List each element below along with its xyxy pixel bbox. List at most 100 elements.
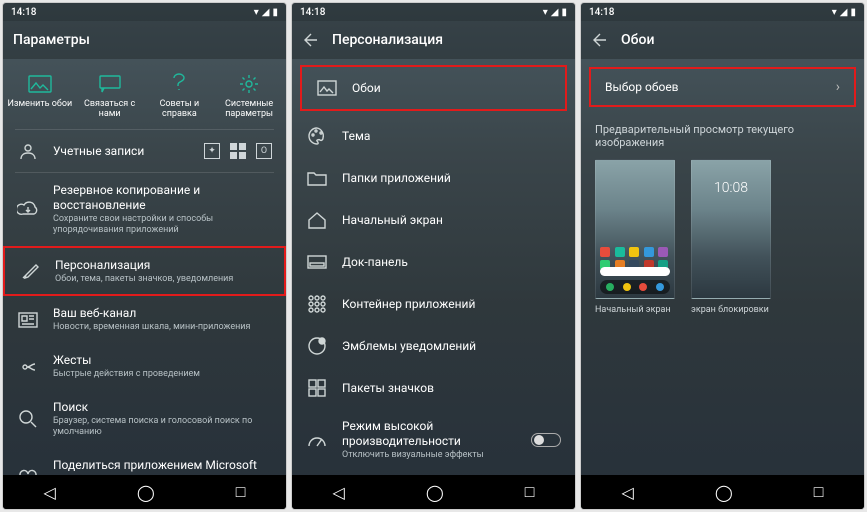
brush-icon: [19, 260, 41, 282]
preview-lock[interactable]: 10:08 экран блокировки: [691, 159, 771, 315]
row-search[interactable]: Поиск Браузер, система поиска и голосово…: [3, 390, 286, 448]
row-wallpaper[interactable]: Обои: [300, 65, 567, 111]
row-title: Жесты: [53, 353, 272, 368]
icon-pack-icon: [306, 377, 328, 399]
quick-tips-help[interactable]: Советы и справка: [145, 71, 215, 121]
navigation-bar: ◁ ◯ □: [581, 475, 864, 509]
page-title: Персонализация: [332, 32, 443, 48]
nav-home-icon[interactable]: ◯: [715, 483, 733, 502]
navigation-bar: ◁ ◯ □: [3, 475, 286, 509]
status-time: 14:18: [11, 7, 36, 18]
windows-icon: [230, 143, 246, 159]
signal-icon: ◢: [262, 7, 270, 18]
signal-icon: ◢: [840, 7, 848, 18]
content-area: Обои Тема Папки приложений Начальный экр…: [292, 59, 575, 475]
gesture-icon: [17, 356, 39, 378]
row-subtitle: Отключить визуальные эффекты: [342, 450, 517, 461]
row-title: Поделиться приложением Microsoft Launche…: [53, 458, 272, 475]
quick-change-wallpaper[interactable]: Изменить обои: [5, 71, 75, 121]
preview-lock-thumb: 10:08: [691, 159, 771, 299]
speed-icon: [306, 429, 328, 451]
phone-screen-personalization: 14:18 ▾ ◢ ▮ Персонализация Обои Тема Пап…: [291, 2, 576, 510]
app-bar: Параметры: [3, 21, 286, 59]
nav-recents-icon[interactable]: □: [814, 482, 824, 502]
lock-clock: 10:08: [692, 180, 770, 196]
row-subtitle: Обои, тема, пакеты значков, уведомления: [55, 274, 270, 285]
row-backup-restore[interactable]: Резервное копирование и восстановление С…: [3, 173, 286, 246]
badge-icon: [306, 335, 328, 357]
row-title: Контейнер приложений: [342, 297, 561, 312]
row-gestures[interactable]: Жесты Быстрые действия с проведением: [3, 343, 286, 390]
status-bar: 14:18 ▾ ◢ ▮: [292, 3, 575, 21]
home-icon: [306, 209, 328, 231]
row-title: Выбор обоев: [605, 80, 822, 95]
page-title: Параметры: [13, 32, 90, 48]
row-theme[interactable]: Тема: [292, 115, 575, 157]
nav-back-icon[interactable]: ◁: [333, 483, 345, 502]
row-title: Поиск: [53, 400, 272, 415]
quick-label: Системные параметры: [216, 99, 282, 119]
news-icon: [17, 309, 39, 331]
section-header-preview: Предварительный просмотр текущего изобра…: [581, 113, 864, 155]
quick-label: Советы и справка: [147, 99, 213, 119]
row-app-drawer[interactable]: Контейнер приложений: [292, 283, 575, 325]
chat-icon: [98, 73, 122, 95]
phone-screen-wallpaper: 14:18 ▾ ◢ ▮ Обои Выбор обоев › Предварит…: [580, 2, 865, 510]
status-bar: 14:18 ▾ ◢ ▮: [581, 3, 864, 21]
wifi-icon: ▾: [254, 7, 259, 18]
row-feed[interactable]: Ваш веб-канал Новости, временная шкала, …: [3, 296, 286, 343]
battery-icon: ▮: [850, 7, 856, 18]
quick-system-settings[interactable]: Системные параметры: [214, 71, 284, 121]
back-button[interactable]: [591, 31, 609, 49]
quick-contact-us[interactable]: Связаться с нами: [75, 71, 145, 121]
quick-actions-row: Изменить обои Связаться с нами Советы и …: [3, 59, 286, 129]
row-subtitle: Новости, временная шкала, мини-приложени…: [53, 322, 272, 333]
row-select-wallpaper[interactable]: Выбор обоев ›: [589, 67, 856, 107]
row-dock[interactable]: Док-панель: [292, 241, 575, 283]
quick-label: Связаться с нами: [77, 99, 143, 119]
nav-recents-icon[interactable]: □: [525, 482, 535, 502]
apps-icon: [306, 293, 328, 315]
row-title: Персонализация: [55, 258, 270, 273]
row-title: Обои: [352, 81, 551, 96]
wallpaper-icon: [316, 77, 338, 99]
nav-home-icon[interactable]: ◯: [426, 483, 444, 502]
row-accounts[interactable]: Учетные записи ✦ O: [3, 130, 286, 172]
wifi-icon: ▾: [543, 7, 548, 18]
row-notification-badges[interactable]: Эмблемы уведомлений: [292, 325, 575, 367]
battery-icon: ▮: [272, 7, 278, 18]
row-icon-packs[interactable]: Пакеты значков: [292, 367, 575, 409]
signal-icon: ◢: [551, 7, 559, 18]
row-title: Тема: [342, 129, 561, 144]
back-button[interactable]: [302, 31, 320, 49]
app-bar: Персонализация: [292, 21, 575, 59]
navigation-bar: ◁ ◯ □: [292, 475, 575, 509]
row-share-launcher[interactable]: Поделиться приложением Microsoft Launche…: [3, 448, 286, 475]
heart-icon: [17, 467, 39, 475]
nav-recents-icon[interactable]: □: [236, 482, 246, 502]
row-title: Резервное копирование и восстановление: [53, 183, 272, 213]
palette-icon: [306, 125, 328, 147]
row-subtitle: Быстрые действия с проведением: [53, 369, 272, 380]
nav-back-icon[interactable]: ◁: [44, 483, 56, 502]
gear-icon: [237, 73, 261, 95]
nav-back-icon[interactable]: ◁: [622, 483, 634, 502]
row-title: Папки приложений: [342, 171, 561, 186]
person-icon: [17, 140, 39, 162]
row-personalization[interactable]: Персонализация Обои, тема, пакеты значко…: [3, 246, 286, 297]
preview-home[interactable]: Начальный экран: [595, 159, 675, 315]
row-high-performance[interactable]: Режим высокой производительности Отключи…: [292, 409, 575, 471]
help-icon: [167, 73, 191, 95]
performance-toggle[interactable]: [531, 433, 561, 447]
wifi-icon: ▾: [832, 7, 837, 18]
row-home-screen[interactable]: Начальный экран: [292, 199, 575, 241]
preview-caption: Начальный экран: [595, 305, 675, 315]
status-bar: 14:18 ▾ ◢ ▮: [3, 3, 286, 21]
preview-home-thumb: [595, 159, 675, 299]
office-icon: O: [256, 143, 272, 159]
row-subtitle: Сохраните свои настройки и способы упоря…: [53, 214, 272, 236]
row-title: Пакеты значков: [342, 381, 561, 396]
row-app-folders[interactable]: Папки приложений: [292, 157, 575, 199]
nav-home-icon[interactable]: ◯: [137, 483, 155, 502]
phone-screen-settings: 14:18 ▾ ◢ ▮ Параметры Изменить обои Связ…: [2, 2, 287, 510]
